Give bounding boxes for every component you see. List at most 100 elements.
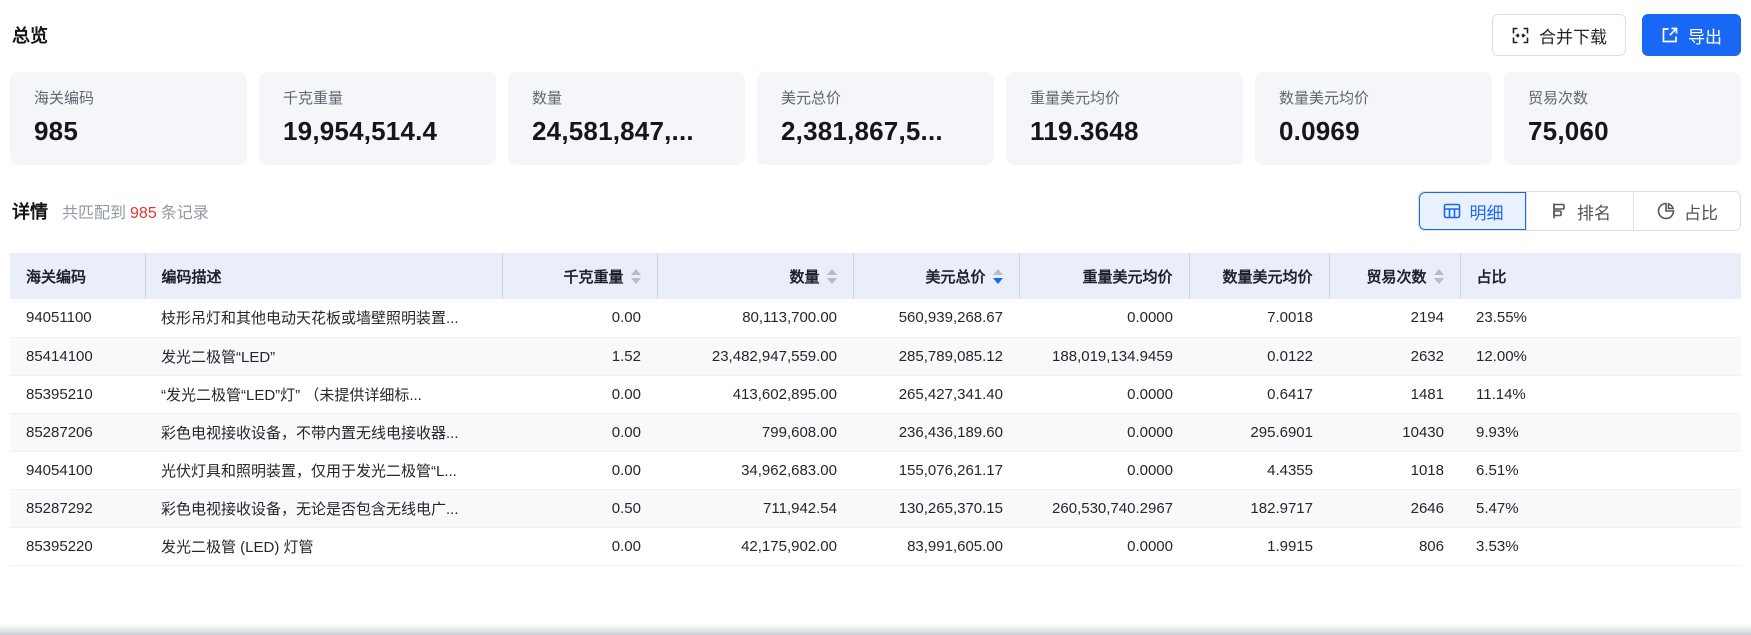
stat-value: 24,581,847,...	[532, 116, 721, 147]
cell-6-1: 发光二极管 (LED) 灯管	[145, 527, 502, 565]
sort-carets-icon[interactable]	[631, 269, 641, 284]
export-icon	[1661, 26, 1679, 44]
page-title: 总览	[10, 22, 48, 48]
cell-1-6: 0.0122	[1189, 337, 1329, 375]
cell-0-2: 0.00	[502, 299, 657, 337]
export-label: 导出	[1688, 23, 1722, 48]
results-table: 海关编码编码描述千克重量数量美元总价重量美元均价数量美元均价贸易次数占比 940…	[10, 253, 1741, 566]
overview-stats: 海关编码985 千克重量 19,954,514.4 数量24,581,847,...美…	[10, 72, 1741, 165]
cell-1-3: 23,482,947,559.00	[657, 337, 853, 375]
cell-0-7: 2194	[1329, 299, 1460, 337]
stat-card-1: 千克重量 19,954,514.4	[259, 72, 496, 165]
cell-6-7: 806	[1329, 527, 1460, 565]
column-header-5: 重量美元均价	[1019, 253, 1189, 299]
details-bar: 详情 共匹配到985条记录 明细 排名占比	[10, 191, 1741, 231]
view-tab-group: 明细 排名占比	[1418, 191, 1741, 231]
column-label: 海关编码	[26, 266, 86, 287]
cell-0-1: 枝形吊灯和其他电动天花板或墙壁照明装置...	[145, 299, 502, 337]
cell-1-0: 85414100	[10, 337, 145, 375]
cell-4-4: 155,076,261.17	[853, 451, 1019, 489]
table-row-4: 94054100光伏灯具和照明装置，仅用于发光二极管“L...0.0034,96…	[10, 451, 1741, 489]
match-summary: 共匹配到985条记录	[62, 199, 209, 223]
cell-3-3: 799,608.00	[657, 413, 853, 451]
cell-6-6: 1.9915	[1189, 527, 1329, 565]
window-bottom-edge	[0, 624, 1751, 635]
top-bar: 总览 合并下载	[10, 12, 1741, 58]
table-icon	[1442, 201, 1462, 221]
merge-download-button[interactable]: 合并下载	[1492, 14, 1626, 56]
cell-2-5: 0.0000	[1019, 375, 1189, 413]
column-header-4[interactable]: 美元总价	[853, 253, 1019, 299]
table-row-1: 85414100发光二极管“LED”1.5223,482,947,559.002…	[10, 337, 1741, 375]
cell-2-4: 265,427,341.40	[853, 375, 1019, 413]
column-header-0: 海关编码	[10, 253, 145, 299]
table-row-0: 94051100枝形吊灯和其他电动天花板或墙壁照明装置...0.0080,113…	[10, 299, 1741, 337]
cell-1-7: 2632	[1329, 337, 1460, 375]
stat-value: 2,381,867,5...	[781, 116, 970, 147]
stat-card-4: 重量美元均价 119.3648	[1006, 72, 1243, 165]
column-header-3[interactable]: 数量	[657, 253, 853, 299]
cell-3-2: 0.00	[502, 413, 657, 451]
column-label: 数量美元均价	[1222, 266, 1312, 287]
toolbar: 合并下载 导出	[1492, 14, 1741, 56]
cell-0-0: 94051100	[10, 299, 145, 337]
tab-排名[interactable]: 排名	[1526, 192, 1633, 230]
cell-0-8: 23.55%	[1460, 299, 1741, 337]
export-button[interactable]: 导出	[1642, 14, 1741, 56]
column-label: 美元总价	[925, 266, 985, 287]
cell-3-6: 295.6901	[1189, 413, 1329, 451]
cell-0-6: 7.0018	[1189, 299, 1329, 337]
cell-5-8: 5.47%	[1460, 489, 1741, 527]
cell-2-1: “发光二极管“LED”灯” （未提供详细标...	[145, 375, 502, 413]
cell-1-2: 1.52	[502, 337, 657, 375]
stat-label: 千克重量	[283, 89, 472, 109]
cell-6-3: 42,175,902.00	[657, 527, 853, 565]
cell-5-4: 130,265,370.15	[853, 489, 1019, 527]
stat-label: 海关编码	[34, 89, 223, 109]
stat-value: 19,954,514.4	[283, 116, 472, 147]
sort-carets-icon[interactable]	[1434, 269, 1444, 284]
column-header-8: 占比	[1460, 253, 1741, 299]
cell-4-8: 6.51%	[1460, 451, 1741, 489]
stat-card-2: 数量24,581,847,...	[508, 72, 745, 165]
stat-label: 贸易次数	[1528, 89, 1717, 109]
cell-4-6: 4.4355	[1189, 451, 1329, 489]
cell-3-7: 10430	[1329, 413, 1460, 451]
column-header-2[interactable]: 千克重量	[502, 253, 657, 299]
cell-3-8: 9.93%	[1460, 413, 1741, 451]
stat-card-5: 数量美元均价0.0969	[1255, 72, 1492, 165]
column-label: 数量	[789, 266, 819, 287]
stat-value: 0.0969	[1279, 116, 1468, 147]
cell-6-2: 0.00	[502, 527, 657, 565]
sort-carets-icon[interactable]	[827, 269, 837, 284]
cell-1-8: 12.00%	[1460, 337, 1741, 375]
page: 总览 合并下载	[0, 0, 1751, 566]
cell-1-5: 188,019,134.9459	[1019, 337, 1189, 375]
details-title: 详情	[12, 198, 48, 224]
cell-1-1: 发光二极管“LED”	[145, 337, 502, 375]
sort-carets-icon[interactable]	[993, 269, 1003, 284]
cell-5-2: 0.50	[502, 489, 657, 527]
table-row-5: 85287292彩色电视接收设备，无论是否包含无线电广...0.50711,94…	[10, 489, 1741, 527]
column-label: 千克重量	[563, 266, 623, 287]
tab-明细[interactable]: 明细	[1419, 192, 1526, 230]
merge-icon	[1511, 26, 1530, 45]
cell-2-0: 85395210	[10, 375, 145, 413]
cell-6-0: 85395220	[10, 527, 145, 565]
table-row-6: 85395220发光二极管 (LED) 灯管0.0042,175,902.00 8…	[10, 527, 1741, 565]
tab-占比[interactable]: 占比	[1633, 192, 1740, 230]
cell-6-8: 3.53%	[1460, 527, 1741, 565]
cell-2-2: 0.00	[502, 375, 657, 413]
cell-0-5: 0.0000	[1019, 299, 1189, 337]
cell-2-7: 1481	[1329, 375, 1460, 413]
column-header-7[interactable]: 贸易次数	[1329, 253, 1460, 299]
cell-5-5: 260,530,740.2967	[1019, 489, 1189, 527]
tab-label: 排名	[1577, 199, 1611, 224]
cell-3-0: 85287206	[10, 413, 145, 451]
tab-label: 明细	[1470, 199, 1504, 224]
stat-card-0: 海关编码985	[10, 72, 247, 165]
stat-card-3: 美元总价2,381,867,5...	[757, 72, 994, 165]
stat-value: 119.3648	[1030, 116, 1219, 147]
cell-1-4: 285,789,085.12	[853, 337, 1019, 375]
stat-label: 重量美元均价	[1030, 89, 1219, 109]
